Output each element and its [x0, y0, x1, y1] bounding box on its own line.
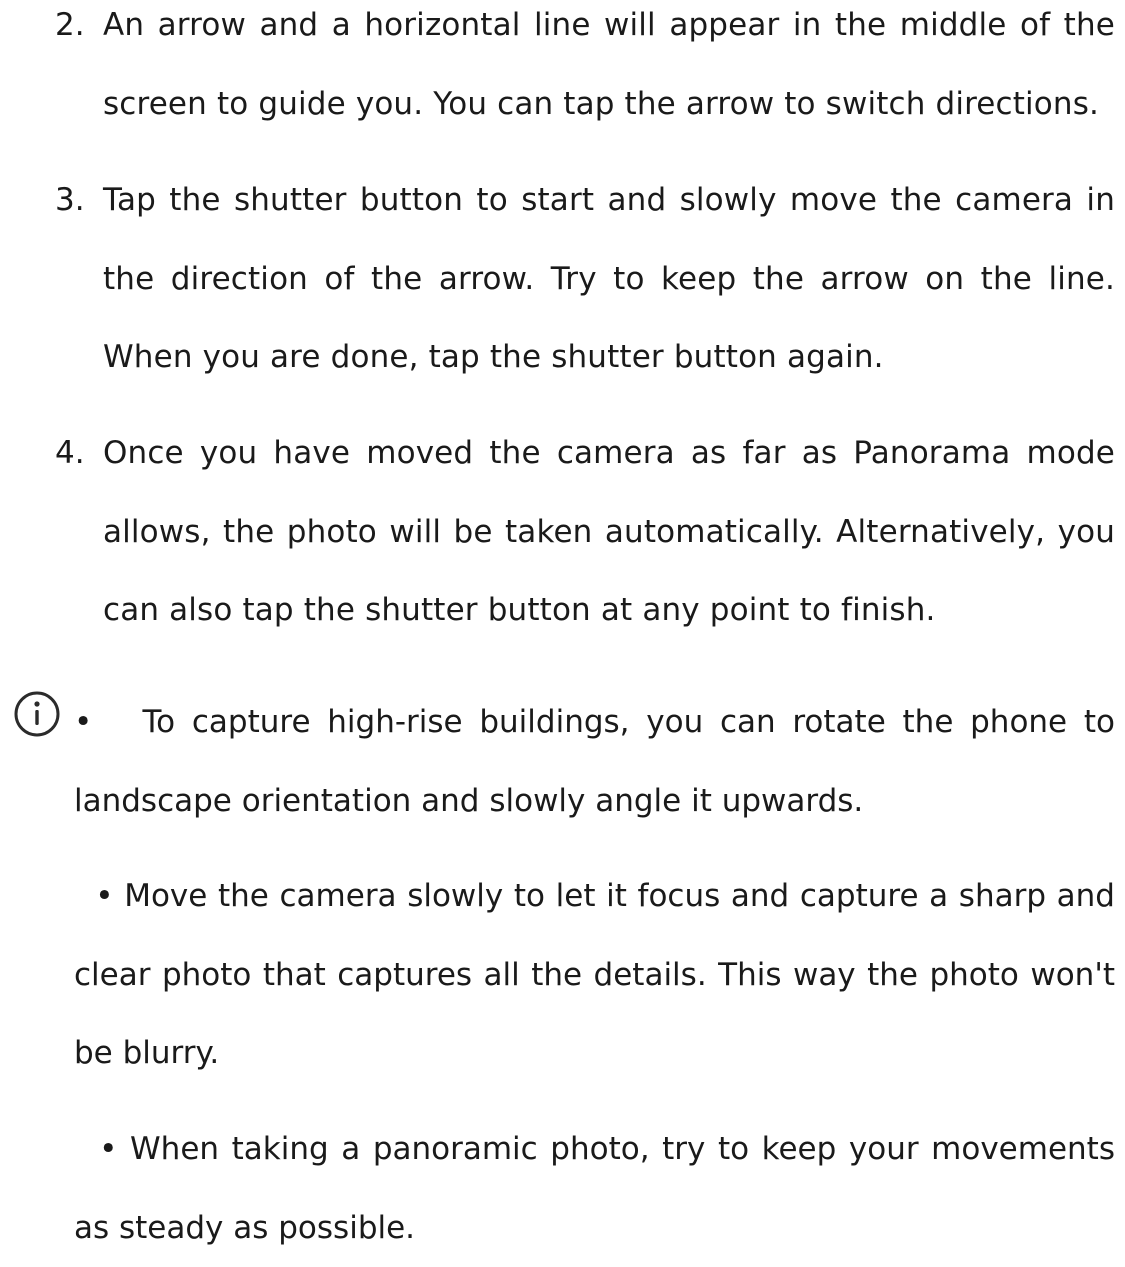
document-page: 2. An arrow and a horizontal line will a… [0, 0, 1125, 1246]
step-number: 4. [55, 435, 85, 471]
note-item: • When taking a panoramic photo, try to … [74, 1110, 1115, 1267]
note-item: • Move the camera slowly to let it focus… [74, 857, 1115, 1093]
step-2: 2. An arrow and a horizontal line will a… [0, 0, 1125, 143]
step-number: 3. [55, 182, 85, 218]
bullet-dot: • [95, 878, 114, 914]
info-icon [14, 691, 60, 737]
note-text: When taking a panoramic photo, try to ke… [74, 1131, 1115, 1246]
step-text: Once you have moved the camera as far as… [103, 435, 1115, 628]
step-3: 3. Tap the shutter button to start and s… [0, 161, 1125, 397]
bullet-dot: • [99, 1131, 118, 1167]
step-4: 4. Once you have moved the camera as far… [0, 414, 1125, 650]
note-item: • To capture high-rise buildings, you ca… [74, 683, 1115, 840]
note-text: Move the camera slowly to let it focus a… [74, 878, 1115, 1071]
step-text: An arrow and a horizontal line will appe… [103, 7, 1115, 122]
step-text: Tap the shutter button to start and slow… [103, 182, 1115, 375]
step-number: 2. [55, 7, 85, 43]
note-text: To capture high-rise buildings, you can … [74, 704, 1115, 819]
bullet-dot: • [74, 704, 93, 740]
